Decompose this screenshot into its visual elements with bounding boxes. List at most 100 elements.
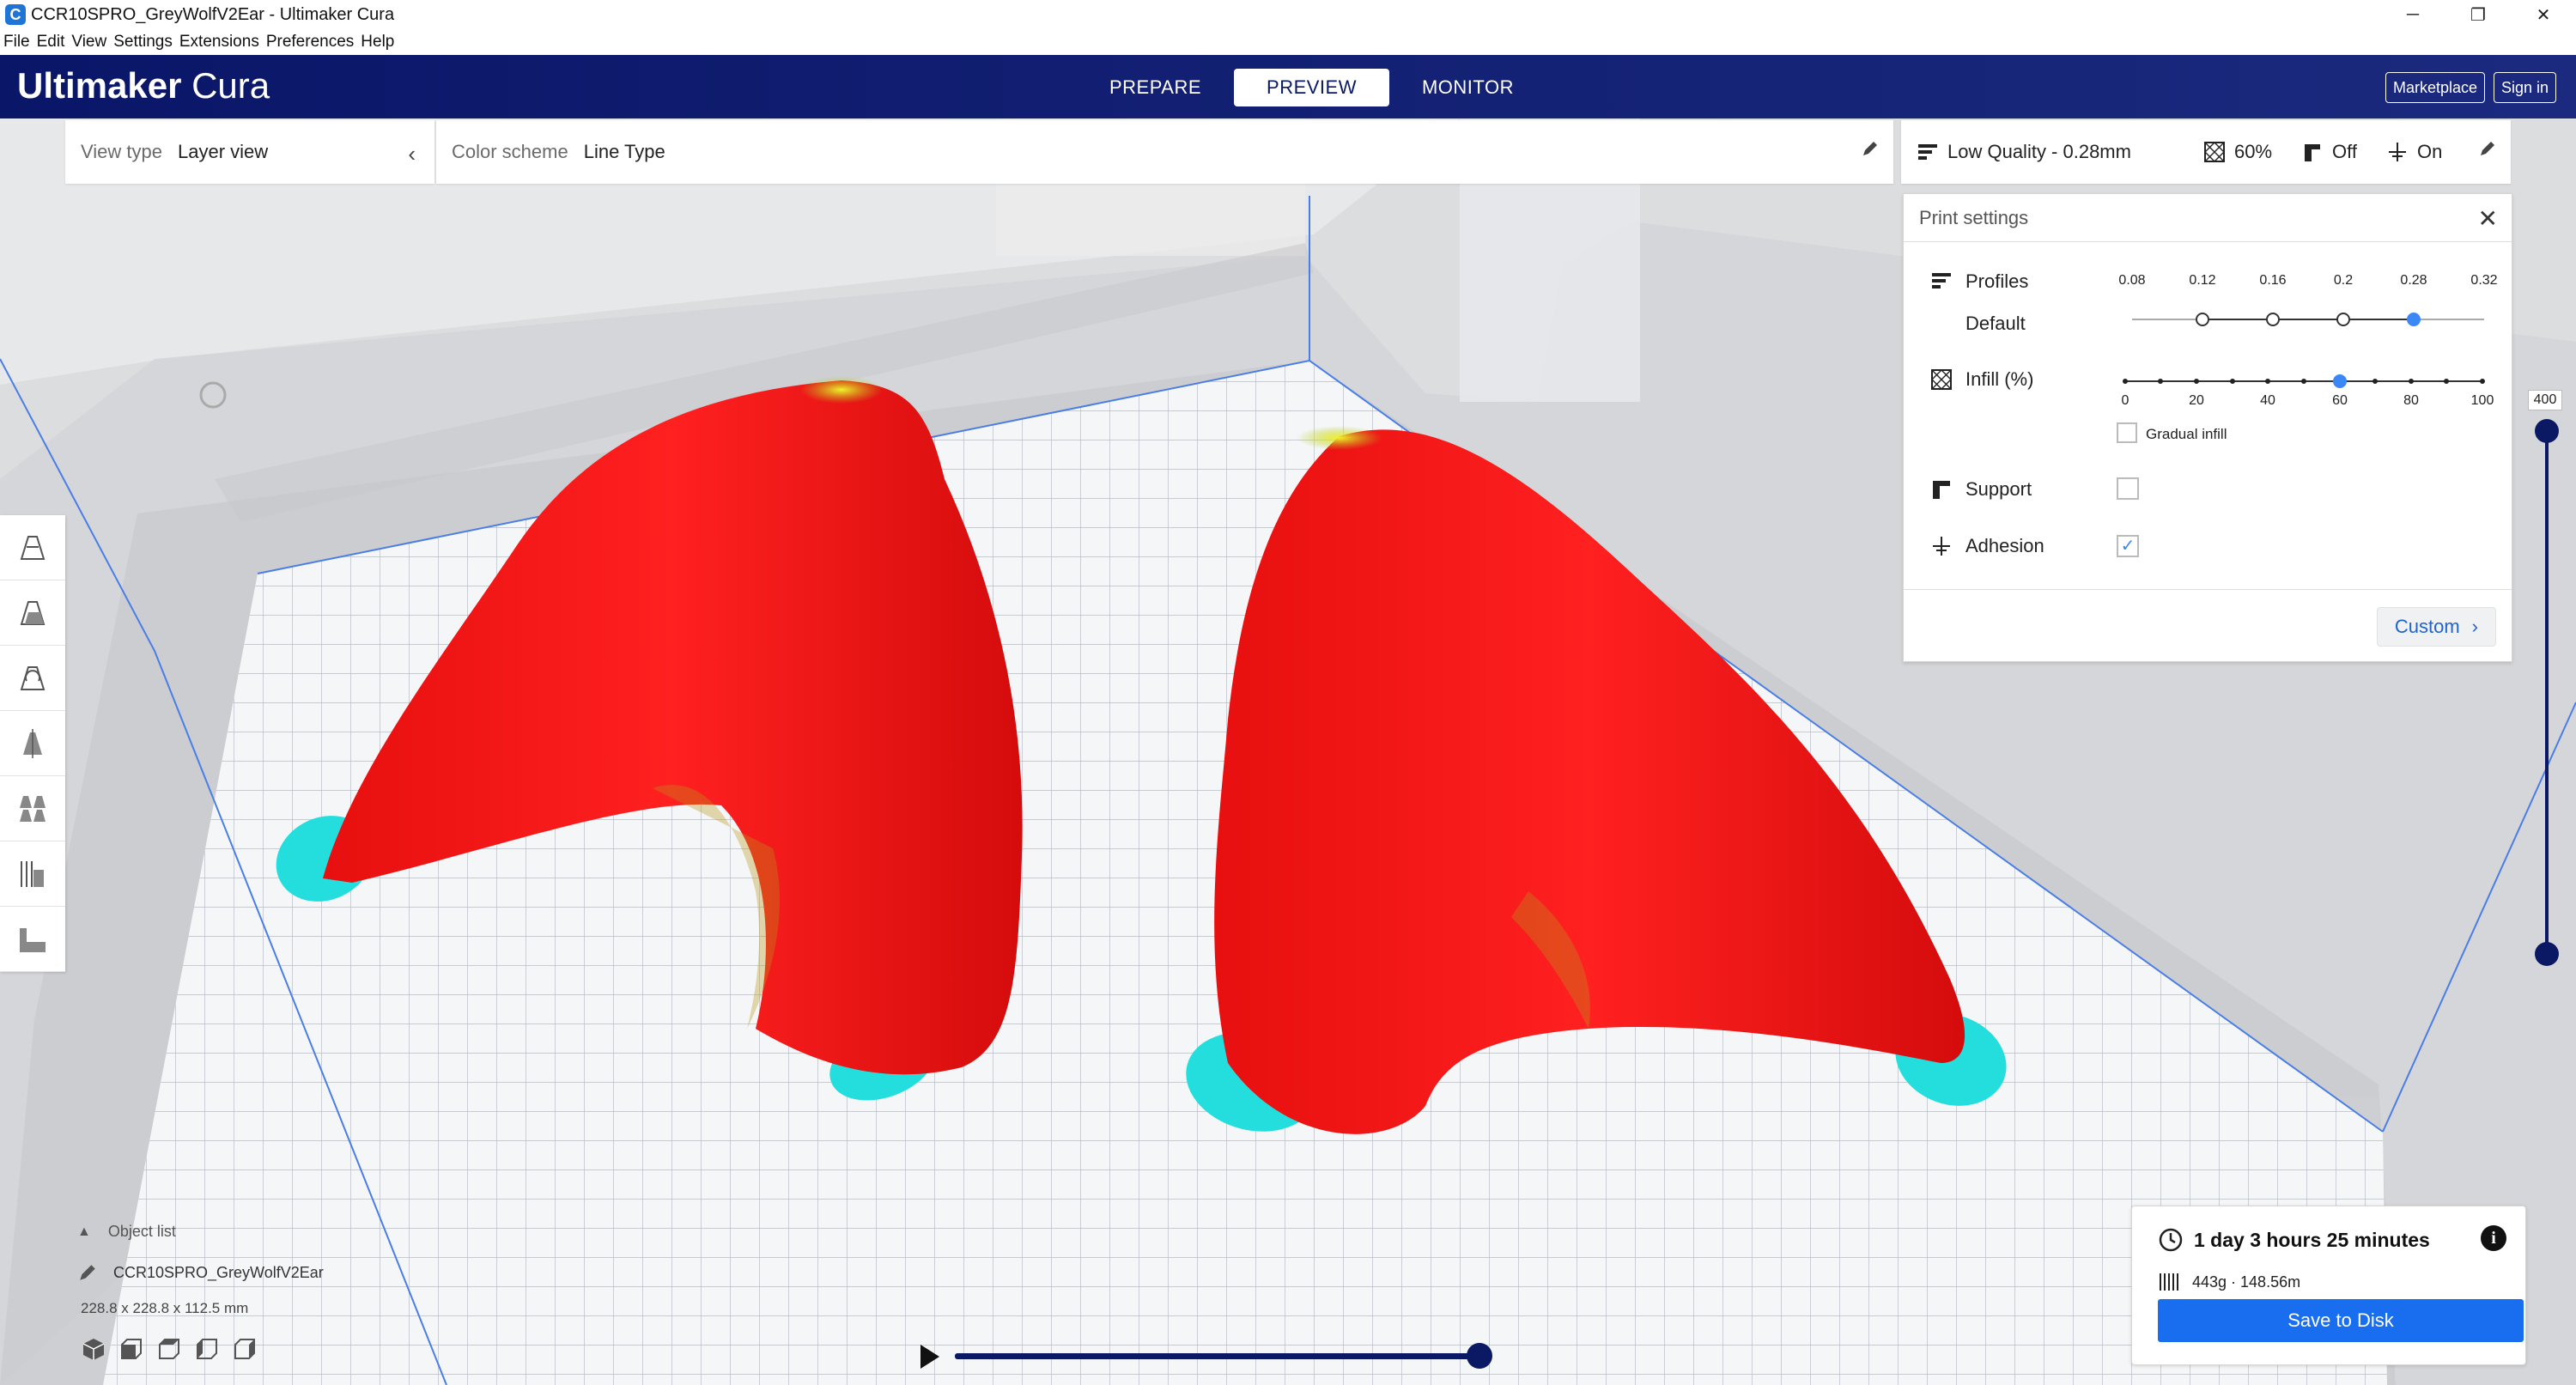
infill-tick: 80 [2403,393,2419,408]
infill-tick-dot [2123,379,2128,384]
save-to-disk-button[interactable]: Save to Disk [2158,1299,2524,1342]
close-icon[interactable]: ✕ [2478,204,2498,233]
tab-prepare[interactable]: PREPARE [1077,69,1234,106]
custom-settings-button[interactable]: Custom › [2376,607,2496,647]
infill-tick-dot [2409,379,2414,384]
layer-slider-bottom-handle[interactable] [2535,942,2559,966]
chevron-left-icon[interactable]: ‹ [408,141,416,167]
simulation-slider-track[interactable] [955,1353,1480,1359]
object-name-row[interactable]: CCR10SPRO_GreyWolfV2Ear [77,1262,324,1283]
top-view-icon[interactable] [156,1336,182,1362]
rotate-tool[interactable] [0,646,65,711]
view-type-value: Layer view [177,141,269,162]
profile-slider-stop[interactable] [2196,313,2209,326]
adhesion-icon [1933,537,1950,556]
chevron-up-icon: ▲ [77,1224,91,1239]
per-model-settings-tool[interactable] [0,776,65,841]
minimize-button[interactable]: ─ [2380,0,2445,29]
infill-tick: 100 [2470,393,2494,408]
tab-monitor[interactable]: MONITOR [1389,69,1546,106]
marketplace-button[interactable]: Marketplace [2385,72,2486,103]
simulation-slider-handle[interactable] [1467,1343,1492,1369]
menu-edit[interactable]: Edit [37,33,65,52]
menu-help[interactable]: Help [361,33,394,52]
print-time: 1 day 3 hours 25 minutes [2194,1228,2430,1251]
lay-flat-icon [20,927,46,952]
object-dimensions: 228.8 x 228.8 x 112.5 mm [81,1300,249,1316]
panel-header: Print settings ✕ [1904,194,2512,242]
color-scheme-value: Line Type [583,141,665,162]
ultimaker-cura-logo: Ultimaker Cura [17,65,270,106]
adhesion-value: On [2416,141,2443,162]
support-icon [1933,481,1950,499]
infill-icon [1931,369,1952,390]
profile-slider-handle[interactable] [2407,313,2421,326]
custom-label: Custom [2394,616,2460,637]
profile-icon [1918,144,1937,160]
gradual-infill-checkbox[interactable] [2117,422,2137,443]
per-model-icon [20,795,46,822]
tab-preview[interactable]: PREVIEW [1234,69,1389,106]
profile-tick: 0.32 [2470,273,2498,288]
pencil-icon[interactable] [2478,139,2497,158]
window-controls: ─ ❐ ✕ [2380,0,2576,29]
color-scheme-selector[interactable]: Color scheme Line Type [436,120,1893,184]
panel-footer: Custom › [1904,589,2512,663]
front-view-icon[interactable] [118,1336,144,1362]
right-view-icon[interactable] [232,1336,258,1362]
close-window-button[interactable]: ✕ [2511,0,2576,29]
layer-slider-track[interactable] [2545,429,2549,955]
infill-tick-dot [2444,379,2449,384]
profile-tick: 0.12 [2189,273,2216,288]
mirror-icon [23,728,42,758]
menu-view[interactable]: View [71,33,106,52]
profile-slider-stop[interactable] [2266,313,2280,326]
print-settings-bar[interactable]: Low Quality - 0.28mm 60% Off On [1901,120,2511,184]
material-usage: 443g · 148.56m [2192,1273,2301,1291]
print-time-row: 1 day 3 hours 25 minutes [2158,1227,2430,1253]
profiles-sub: Default [1965,313,2026,335]
support-summary: Off [2301,141,2357,163]
menu-extensions[interactable]: Extensions [179,33,259,52]
view-type-label: View type [81,141,162,162]
lay-flat-tool[interactable] [0,907,65,972]
color-scheme-label: Color scheme [452,141,568,162]
info-icon[interactable]: i [2481,1225,2506,1251]
profile-slider-stop[interactable] [2336,313,2350,326]
layer-number-badge[interactable]: 400 [2528,390,2562,410]
scale-tool[interactable] [0,580,65,646]
adhesion-icon [2388,143,2406,161]
view-type-selector[interactable]: View type Layer view ‹ [65,120,434,184]
infill-slider-handle[interactable] [2333,374,2347,388]
tool-toolbar [0,515,65,972]
adhesion-checkbox[interactable]: ✓ [2117,535,2139,557]
move-tool[interactable] [0,515,65,580]
print-job-card: 1 day 3 hours 25 minutes i 443g · 148.56… [2131,1206,2526,1365]
adhesion-label: Adhesion [1965,535,2044,556]
window-title-bar: C CCR10SPRO_GreyWolfV2Ear - Ultimaker Cu… [0,0,2576,29]
infill-tick-dot [2265,379,2270,384]
profile-tick: 0.2 [2333,273,2354,288]
profiles-default-label: Default [1965,313,2026,334]
scale-icon [20,600,46,625]
pencil-icon[interactable] [1861,139,1880,158]
maximize-button[interactable]: ❐ [2445,0,2511,29]
mirror-tool[interactable] [0,711,65,776]
support-blocker-tool[interactable] [0,841,65,907]
pencil-icon [80,1265,95,1280]
menu-file[interactable]: File [3,33,30,52]
menu-settings[interactable]: Settings [113,33,173,52]
object-list-toggle[interactable]: ▲ Object list [77,1223,176,1241]
layer-slider-top-handle[interactable] [2535,419,2559,443]
menu-preferences[interactable]: Preferences [266,33,354,52]
material-row: 443g · 148.56m [2158,1272,2300,1292]
3d-view-icon[interactable] [81,1336,106,1362]
menu-bar: File Edit View Settings Extensions Prefe… [0,29,2576,55]
support-checkbox[interactable] [2117,477,2139,500]
chevron-right-icon: › [2471,616,2478,637]
sign-in-button[interactable]: Sign in [2494,72,2557,103]
infill-tick-dot [2158,379,2163,384]
left-view-icon[interactable] [194,1336,220,1362]
profile-tick: 0.08 [2118,273,2146,288]
play-icon[interactable] [917,1343,941,1370]
